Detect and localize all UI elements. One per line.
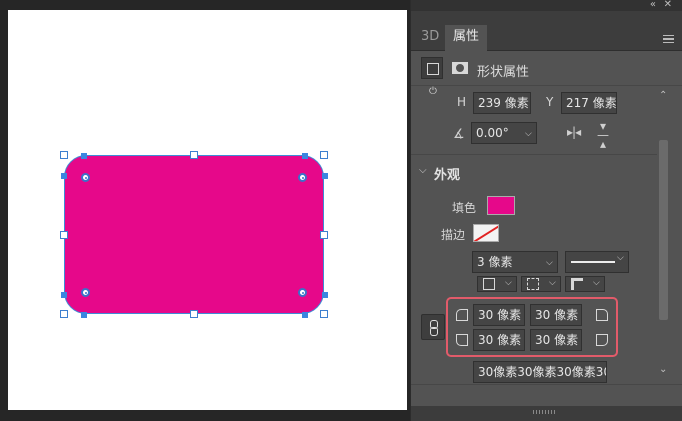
panel-menu-icon[interactable] — [663, 35, 674, 43]
stroke-label: 描边 — [441, 228, 466, 242]
stroke-type-select[interactable]: ⌵ — [565, 251, 629, 273]
stroke-corner-select[interactable]: ⌵ — [565, 276, 605, 292]
corner-icon — [456, 309, 468, 321]
transform-icon[interactable] — [421, 57, 443, 79]
resize-grip-icon[interactable] — [533, 410, 557, 414]
stroke-align-icon — [483, 278, 495, 290]
transform-handle-tr[interactable] — [320, 151, 328, 159]
corner-radius-widget[interactable] — [81, 288, 90, 297]
stroke-color-swatch[interactable] — [473, 224, 499, 242]
corner-radius-widget[interactable] — [298, 173, 307, 182]
corner-radius-top-left-input[interactable]: 30 像素 — [473, 304, 525, 326]
fill-color-swatch[interactable] — [487, 196, 515, 215]
chevron-down-icon[interactable]: ⌵ — [549, 278, 556, 288]
divider — [411, 384, 682, 385]
transform-handle-mr[interactable] — [320, 231, 328, 239]
path-anchor[interactable] — [302, 153, 308, 159]
flip-horizontal-icon[interactable]: ▸|◂ — [567, 125, 581, 139]
mask-icon[interactable] — [449, 57, 471, 79]
path-anchor[interactable] — [322, 173, 328, 179]
y-input[interactable]: 217 像素 — [561, 92, 617, 114]
rounded-rectangle-shape[interactable] — [64, 155, 324, 314]
path-anchor[interactable] — [61, 173, 67, 179]
corner-radius-top-right-input[interactable]: 30 像素 — [530, 304, 582, 326]
corner-radius-bottom-right-input[interactable]: 30 像素 — [530, 329, 582, 351]
chevron-down-icon[interactable]: ⌵ — [419, 165, 427, 176]
transform-handle-tl[interactable] — [60, 151, 68, 159]
y-label: Y — [546, 95, 554, 109]
corner-icon — [596, 334, 608, 346]
fill-label: 填色 — [452, 201, 477, 215]
properties-panel: « ✕ 3D 属性 形状属性 ⌃ ⌄ ⏻ H 239 像素 Y 217 像素 ∡… — [410, 0, 682, 421]
corner-icon — [596, 309, 608, 321]
canvas-area[interactable] — [0, 0, 410, 421]
path-anchor[interactable] — [81, 312, 87, 318]
corner-radius-all-input[interactable]: 30像素30像素30像素30像素 — [473, 361, 607, 383]
scrollbar-thumb[interactable] — [659, 140, 668, 320]
tab-3d[interactable]: 3D — [413, 25, 447, 51]
path-anchor[interactable] — [81, 153, 87, 159]
transform-handle-br[interactable] — [320, 310, 328, 318]
angle-icon: ∡ — [453, 127, 465, 142]
stroke-width-input[interactable]: 3 像素 ⌵ — [472, 251, 558, 273]
panel-tabbar: 3D 属性 — [411, 11, 682, 51]
height-input[interactable]: 239 像素 — [473, 92, 531, 114]
chevron-down-icon[interactable]: ⌵ — [546, 253, 553, 272]
path-anchor[interactable] — [302, 312, 308, 318]
stroke-corner-icon — [571, 278, 583, 290]
path-anchor[interactable] — [61, 292, 67, 298]
corner-radius-group: 30 像素 30 像素 30 像素 30 像素 — [446, 297, 618, 357]
divider — [411, 154, 657, 155]
close-icon[interactable]: ✕ — [664, 0, 672, 11]
panel-scrollbar[interactable]: ⌃ ⌄ — [657, 86, 669, 384]
corner-radius-widget[interactable] — [81, 173, 90, 182]
appearance-title: 外观 — [434, 168, 461, 183]
tab-properties[interactable]: 属性 — [445, 25, 488, 51]
corner-radius-widget[interactable] — [298, 288, 307, 297]
stroke-align-select[interactable]: ⌵ — [477, 276, 517, 292]
chevron-down-icon[interactable]: ⌵ — [525, 124, 532, 143]
link-icon[interactable] — [421, 314, 445, 340]
angle-input[interactable]: 0.00° ⌵ — [471, 122, 537, 144]
transform-handle-bc[interactable] — [190, 310, 198, 318]
shape-properties-header: 形状属性 — [411, 52, 682, 86]
angle-value: 0.00° — [476, 126, 509, 140]
chevron-down-icon[interactable]: ⌵ — [617, 253, 624, 263]
height-label: H — [457, 95, 467, 109]
corner-icon — [456, 334, 468, 346]
flip-vertical-icon[interactable]: ▾ — ▴ — [597, 120, 609, 150]
power-icon: ⏻ — [429, 86, 437, 97]
chevron-down-icon[interactable]: ⌵ — [593, 278, 600, 288]
panel-title-bar: « ✕ — [411, 0, 682, 11]
transform-handle-bl[interactable] — [60, 310, 68, 318]
scroll-down-icon[interactable]: ⌄ — [659, 364, 667, 375]
corner-radius-bottom-left-input[interactable]: 30 像素 — [473, 329, 525, 351]
path-anchor[interactable] — [322, 292, 328, 298]
stroke-cap-select[interactable]: ⌵ — [521, 276, 561, 292]
stroke-cap-icon — [527, 278, 539, 290]
collapse-icon[interactable]: « — [650, 0, 656, 11]
section-title: 形状属性 — [477, 65, 530, 80]
stroke-width-value: 3 像素 — [477, 255, 513, 269]
chevron-down-icon[interactable]: ⌵ — [505, 278, 512, 288]
transform-handle-ml[interactable] — [60, 231, 68, 239]
transform-handle-tc[interactable] — [190, 151, 198, 159]
scroll-up-icon[interactable]: ⌃ — [659, 90, 667, 101]
panel-bottom-bar — [411, 406, 682, 421]
